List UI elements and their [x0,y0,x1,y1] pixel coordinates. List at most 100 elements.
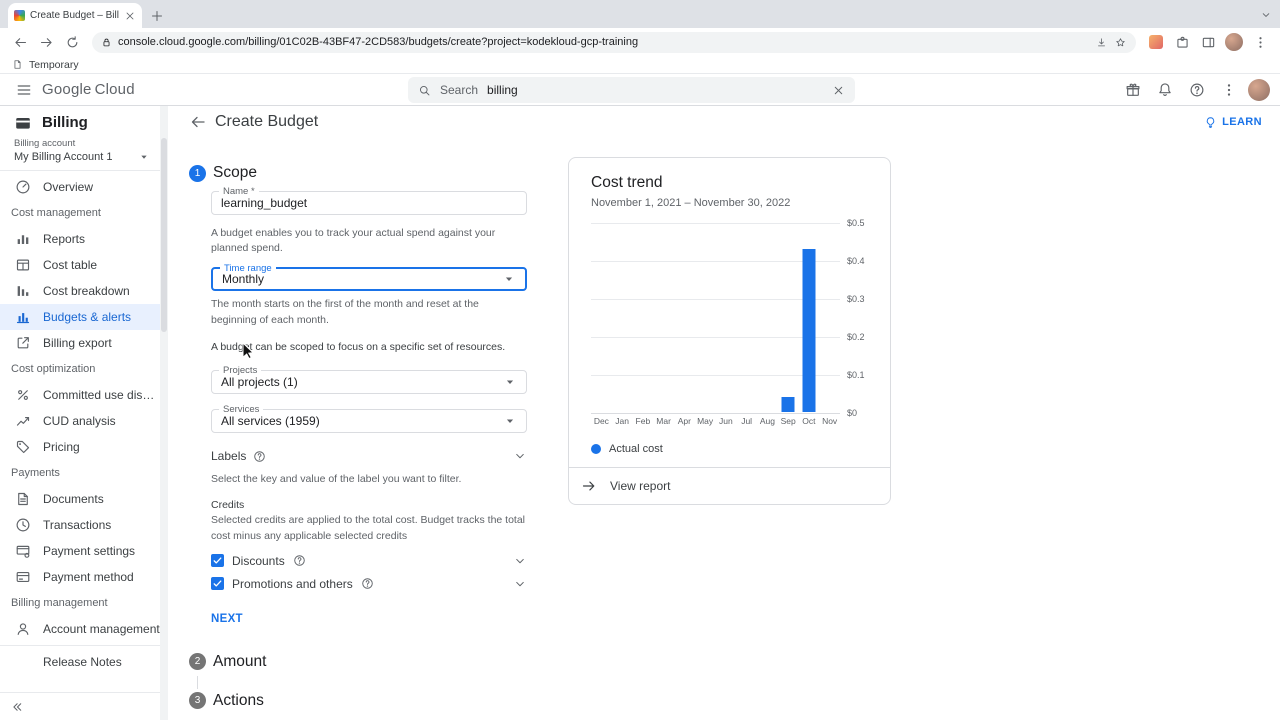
new-tab-button[interactable] [150,9,164,23]
google-cloud-logo: GoogleCloud [42,81,135,98]
chevron-down-icon[interactable] [513,554,527,568]
sidebar-item-transactions[interactable]: Transactions [0,512,160,538]
sidebar-section-header: Payments [0,460,160,486]
scope-form: Name * A budget enables you to track you… [211,191,527,631]
caret-down-icon[interactable] [138,151,150,163]
url-text[interactable]: console.cloud.google.com/billing/01C02B-… [118,36,1089,48]
side-panel-icon[interactable] [1196,31,1220,53]
bar-oct[interactable] [802,249,815,412]
help-icon[interactable] [253,450,266,463]
sidebar-item-label: Budgets & alerts [43,310,131,324]
sidebar-item-label: Cost breakdown [43,284,130,298]
billing-account-label: Billing account [14,138,150,149]
sidebar-item-cud-analysis[interactable]: CUD analysis [0,408,160,434]
next-button[interactable]: NEXT [203,607,251,631]
sidebar-item-cost-breakdown[interactable]: Cost breakdown [0,278,160,304]
browser-tab[interactable]: Create Budget – Billing – Kode... [8,3,142,28]
reload-icon[interactable] [60,31,84,53]
cost-breakdown-icon [15,283,31,299]
chevron-down-icon[interactable] [513,449,527,463]
sidebar-item-reports[interactable]: Reports [0,226,160,252]
browser-avatar[interactable] [1222,31,1246,53]
reports-icon [15,231,31,247]
search-query[interactable]: billing [487,83,822,97]
x-tick-label: Jul [741,416,752,426]
projects-select[interactable]: Projects All projects (1) [211,370,527,394]
services-value: All services (1959) [221,414,503,428]
bar-sep[interactable] [782,397,795,412]
budget-name-input[interactable] [221,196,517,210]
sidebar-item-payment-method[interactable]: Payment method [0,564,160,590]
chart-x-axis: DecJanFebMarAprMayJunJulAugSepOctNov [591,416,840,430]
budget-name-label: Name * [219,186,259,197]
scrollbar-thumb[interactable] [161,138,167,332]
discounts-checkbox[interactable] [211,554,224,567]
page-title: Create Budget [215,113,318,131]
sidebar-item-cost-table[interactable]: Cost table [0,252,160,278]
sidebar-item-billing-export[interactable]: Billing export [0,330,160,356]
payment-method-icon [15,569,31,585]
credits-help: Selected credits are applied to the tota… [211,513,527,543]
budget-name-field[interactable]: Name * [211,191,527,215]
sidebar-item-account-management[interactable]: Account management [0,616,160,642]
sidebar-item-label: Billing export [43,336,112,350]
chevron-down-icon[interactable] [513,577,527,591]
time-range-select[interactable]: Time range Monthly [211,267,527,291]
help-icon[interactable] [293,554,306,567]
promotions-checkbox[interactable] [211,577,224,590]
account-avatar[interactable] [1248,79,1270,101]
cost-trend-plot [591,223,840,413]
promotions-label: Promotions and others [232,577,353,591]
tab-search-icon[interactable] [1260,9,1272,21]
browser-toolbar: console.cloud.google.com/billing/01C02B-… [0,28,1280,56]
browser-menu-icon[interactable] [1248,31,1272,53]
billing-account-selector[interactable]: Billing account My Billing Account 1 [0,136,160,171]
sidebar-item-payment-settings[interactable]: Payment settings [0,538,160,564]
tab-close-icon[interactable] [124,10,136,22]
sidebar-item-pricing[interactable]: Pricing [0,434,160,460]
menu-icon[interactable] [10,76,38,104]
labels-row[interactable]: Labels [211,449,527,463]
clear-search-icon[interactable] [831,83,845,97]
transactions-icon [15,517,31,533]
forward-icon[interactable] [34,31,58,53]
back-arrow-icon[interactable] [189,113,207,131]
time-range-help: The month starts on the first of the mon… [211,297,527,327]
download-icon[interactable] [1095,36,1108,49]
search-input[interactable]: Search billing [408,77,855,103]
more-vert-icon[interactable] [1216,77,1242,103]
learn-button[interactable]: LEARN [1204,116,1262,129]
bookmark-label[interactable]: Temporary [29,59,79,71]
sidebar-item-committed-use-discounts[interactable]: Committed use discounts... [0,382,160,408]
x-tick-label: Dec [594,416,609,426]
overview-icon [15,179,31,195]
sidebar-item-overview[interactable]: Overview [0,174,160,200]
services-select[interactable]: Services All services (1959) [211,409,527,433]
help-icon[interactable] [1184,77,1210,103]
sidebar-item-label: Transactions [43,518,111,532]
caret-down-icon [502,272,516,286]
star-icon[interactable] [1114,36,1127,49]
help-icon[interactable] [361,577,374,590]
sidebar-title: Billing [0,106,160,136]
collapse-sidebar-icon[interactable] [10,700,24,714]
y-tick-label: $0.3 [847,294,865,304]
arrow-right-icon [581,478,597,494]
sidebar-item-label: Cost table [43,258,97,272]
gift-icon[interactable] [1120,77,1146,103]
labels-help: Select the key and value of the label yo… [211,472,527,487]
view-report-button[interactable]: View report [569,467,890,504]
step-3-title: Actions [213,692,264,710]
sidebar-item-release-notes[interactable]: Release Notes [0,649,160,675]
payment-settings-icon [15,543,31,559]
sidebar-item-budgets-alerts[interactable]: Budgets & alerts [0,304,160,330]
puzzle-icon[interactable] [1170,31,1194,53]
chart-legend: Actual cost [591,443,868,467]
y-tick-label: $0.1 [847,370,865,380]
notifications-bell-icon[interactable] [1152,77,1178,103]
extension-icon[interactable] [1144,31,1168,53]
sidebar-scrollbar[interactable] [160,106,168,720]
address-bar[interactable]: console.cloud.google.com/billing/01C02B-… [92,32,1136,53]
back-icon[interactable] [8,31,32,53]
sidebar-item-documents[interactable]: Documents [0,486,160,512]
